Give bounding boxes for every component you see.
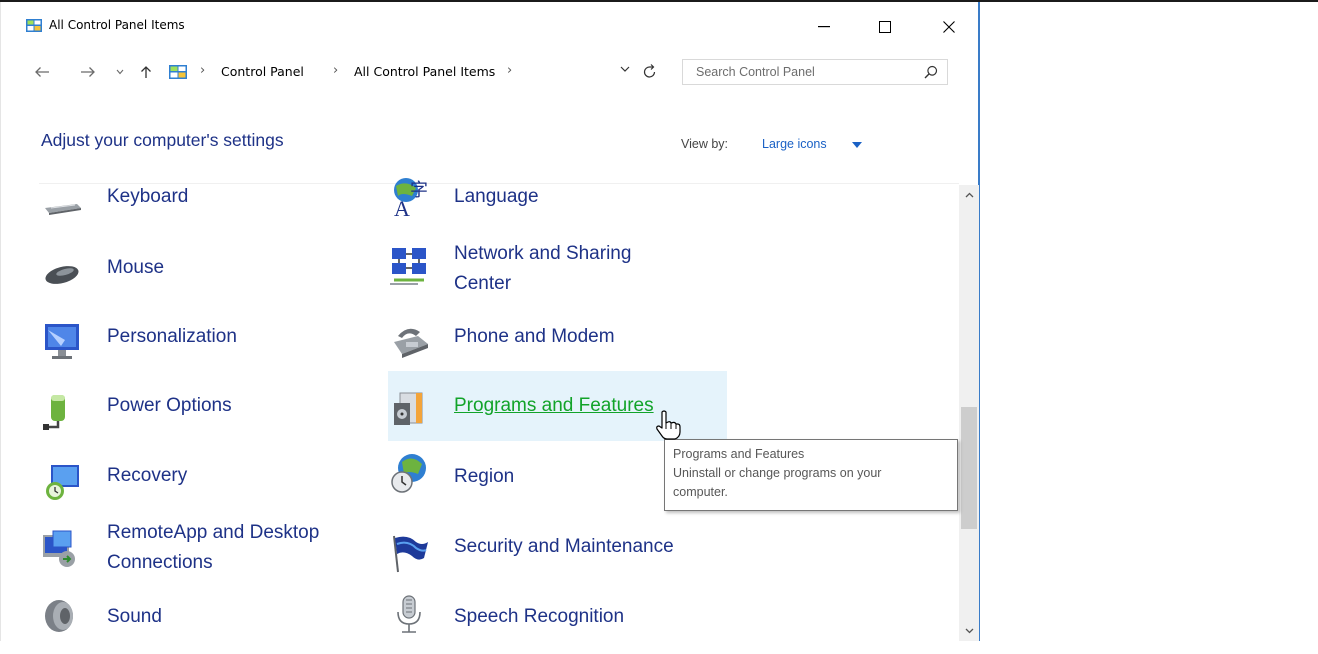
control-panel-window: All Control Panel Items › Control Panel …: [0, 2, 980, 641]
item-sound[interactable]: Sound: [41, 600, 341, 654]
tooltip-title: Programs and Features: [673, 447, 805, 461]
back-button[interactable]: [31, 61, 53, 83]
item-label: Personalization: [107, 326, 237, 347]
arrow-right-icon: [81, 67, 95, 77]
item-security-maintenance[interactable]: Security and Maintenance: [388, 532, 728, 584]
remoteapp-icon: [43, 530, 75, 567]
arrow-up-icon: [141, 66, 151, 78]
item-label-line2: Connections: [107, 552, 213, 573]
view-by-label: View by:: [681, 137, 729, 151]
close-icon: [943, 21, 955, 33]
up-button[interactable]: [135, 61, 157, 83]
maximize-icon: [879, 21, 891, 33]
tooltip: Programs and Features Uninstall or chang…: [664, 439, 958, 511]
minimize-button[interactable]: [801, 9, 847, 45]
item-phone-modem[interactable]: Phone and Modem: [388, 322, 708, 374]
phone-modem-icon: [394, 328, 428, 358]
control-panel-icon: [26, 19, 42, 32]
language-icon: A 字: [394, 178, 428, 218]
breadcrumb-separator: ›: [200, 63, 206, 78]
refresh-icon[interactable]: [643, 63, 657, 79]
hand-cursor-icon: [656, 410, 681, 440]
item-recovery[interactable]: Recovery: [41, 461, 341, 513]
chevron-up-icon: [965, 192, 973, 198]
breadcrumb-control-panel[interactable]: Control Panel: [221, 64, 304, 79]
item-personalization[interactable]: Personalization: [41, 322, 341, 374]
vertical-scrollbar[interactable]: [959, 185, 979, 641]
item-label: Mouse: [107, 257, 165, 278]
power-options-icon: [43, 395, 65, 430]
control-panel-icon: [169, 65, 187, 79]
item-network-sharing[interactable]: Network and Sharing Center: [388, 238, 708, 300]
address-bar[interactable]: › Control Panel › All Control Panel Item…: [164, 59, 669, 85]
search-icon[interactable]: [924, 65, 938, 79]
scroll-up-button[interactable]: [959, 185, 979, 205]
maximize-button[interactable]: [862, 9, 908, 45]
item-label: Programs and Features: [454, 395, 654, 416]
network-icon: [390, 248, 426, 285]
item-remoteapp[interactable]: RemoteApp and Desktop Connections: [41, 517, 361, 579]
caret-down-icon[interactable]: [852, 142, 862, 148]
item-label: Phone and Modem: [454, 326, 615, 347]
item-label-line2: Center: [454, 273, 512, 294]
arrow-left-icon: [35, 67, 49, 77]
programs-features-icon: [394, 392, 423, 425]
title-bar: All Control Panel Items: [1, 2, 979, 42]
scroll-thumb[interactable]: [961, 407, 977, 529]
item-label: Recovery: [107, 465, 188, 486]
recovery-icon: [46, 465, 79, 500]
item-label-line1: RemoteApp and Desktop: [107, 522, 320, 543]
recent-locations-button[interactable]: [109, 61, 131, 83]
view-by-dropdown[interactable]: Large icons: [762, 137, 827, 151]
window-title: All Control Panel Items: [49, 18, 185, 32]
address-dropdown-icon[interactable]: [620, 66, 630, 73]
item-label: Speech Recognition: [454, 606, 625, 627]
sound-icon: [45, 600, 73, 632]
breadcrumb-separator: ›: [333, 63, 339, 78]
breadcrumb-all-items[interactable]: All Control Panel Items: [354, 64, 495, 79]
forward-button[interactable]: [77, 61, 99, 83]
item-label: Security and Maintenance: [454, 536, 674, 557]
chevron-down-icon: [116, 69, 124, 75]
item-label: Keyboard: [107, 186, 189, 207]
region-icon: [391, 454, 426, 493]
security-flag-icon: [393, 535, 428, 573]
search-input[interactable]: [683, 60, 926, 84]
item-label-line1: Network and Sharing: [454, 243, 632, 264]
item-label: Sound: [107, 606, 162, 627]
item-power-options[interactable]: Power Options: [41, 391, 341, 443]
mouse-icon: [45, 266, 79, 284]
close-button[interactable]: [926, 9, 972, 45]
item-language[interactable]: A 字 Language: [388, 178, 708, 234]
item-keyboard[interactable]: Keyboard: [41, 182, 341, 234]
item-label: Region: [454, 466, 515, 487]
chevron-down-icon: [965, 628, 973, 634]
minimize-icon: [818, 26, 830, 28]
microphone-icon: [397, 595, 421, 633]
personalization-icon: [45, 324, 79, 359]
scroll-down-button[interactable]: [959, 621, 979, 641]
item-speech-recognition[interactable]: Speech Recognition: [388, 595, 708, 654]
search-box[interactable]: [682, 59, 948, 85]
svg-text:A: A: [394, 196, 410, 218]
item-label: Language: [454, 186, 539, 207]
item-mouse[interactable]: Mouse: [41, 253, 341, 305]
tooltip-line2: computer.: [673, 485, 728, 499]
breadcrumb-separator: ›: [507, 63, 513, 78]
item-region[interactable]: Region: [388, 452, 708, 504]
item-label: Power Options: [107, 395, 232, 416]
page-heading: Adjust your computer's settings: [41, 130, 284, 150]
keyboard-icon: [45, 204, 81, 215]
svg-text:字: 字: [410, 180, 428, 200]
tooltip-line1: Uninstall or change programs on your: [673, 466, 882, 480]
